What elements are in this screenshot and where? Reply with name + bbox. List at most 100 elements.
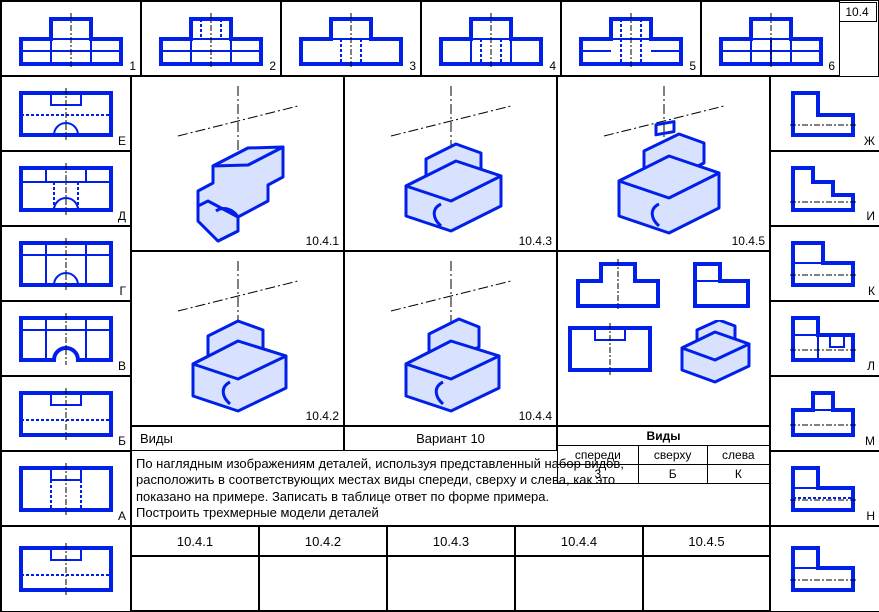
top-view-d-icon: [16, 160, 116, 218]
iso-label-3: 10.4.3: [519, 234, 552, 248]
iso-cell-3: 10.4.3: [344, 76, 557, 251]
answer-label-3: 10.4.3: [433, 534, 469, 549]
right-label-m: М: [865, 434, 875, 448]
blank-cell-2[interactable]: [259, 556, 387, 611]
iso-label-1: 10.4.1: [306, 234, 339, 248]
sheet-number-badge: 10.4: [837, 2, 877, 22]
front-view-6-icon: [716, 9, 826, 69]
top-view-extra-icon: [16, 540, 116, 598]
right-label-n: Н: [866, 509, 875, 523]
iso-cell-4: 10.4.4: [344, 251, 557, 426]
blank-cell-4[interactable]: [515, 556, 643, 611]
right-label-i: И: [866, 209, 875, 223]
top-label-3: 3: [409, 59, 416, 73]
top-label-1: 1: [129, 59, 136, 73]
top-label-5: 5: [689, 59, 696, 73]
instr-line-1: По наглядным изображениям деталей, испол…: [136, 456, 756, 472]
left-label-d: Д: [118, 209, 126, 223]
top-label-6: 6: [828, 59, 835, 73]
right-cell-m: М: [770, 376, 879, 451]
side-view-extra-icon: [788, 540, 863, 598]
left-label-g: Г: [120, 284, 127, 298]
left-cell-b: Б: [1, 376, 131, 451]
drawing-sheet: 10.4 1 2: [0, 0, 879, 612]
right-cell-zh: Ж: [770, 76, 879, 151]
front-view-3-icon: [296, 9, 406, 69]
example-cell: [557, 251, 770, 426]
right-label-k: К: [868, 284, 875, 298]
top-view-e-icon: [16, 85, 116, 143]
side-view-zh-icon: [788, 85, 863, 143]
front-view-4-icon: [436, 9, 546, 69]
blank-cell-1[interactable]: [131, 556, 259, 611]
side-view-n-icon: [788, 460, 863, 518]
top-cell-6: 6: [701, 1, 840, 76]
blank-cell-3[interactable]: [387, 556, 515, 611]
instr-line-4: Построить трехмерные модели деталей: [136, 505, 756, 521]
side-view-k-icon: [788, 235, 863, 293]
answer-label-5: 10.4.5: [688, 534, 724, 549]
instr-line-2: расположить в соответствующих местах вид…: [136, 472, 756, 488]
iso-label-5: 10.4.5: [732, 234, 765, 248]
iso-10-4-1-icon: [138, 81, 338, 246]
top-label-2: 2: [269, 59, 276, 73]
front-view-1-icon: [16, 9, 126, 69]
example-top-icon: [565, 320, 655, 380]
iso-cell-2: 10.4.2: [131, 251, 344, 426]
top-cell-2: 2: [141, 1, 281, 76]
left-cell-a: А: [1, 451, 131, 526]
instr-line-3: показано на примере. Записать в таблице …: [136, 489, 756, 505]
top-cell-5: 5: [561, 1, 701, 76]
example-side-icon: [690, 256, 755, 311]
front-view-5-icon: [576, 9, 686, 69]
iso-10-4-4-icon: [351, 256, 551, 421]
top-label-4: 4: [549, 59, 556, 73]
answer-cell-2: 10.4.2: [259, 526, 387, 556]
front-view-2-icon: [156, 9, 266, 69]
left-label-v: В: [118, 359, 126, 373]
left-cell-g: Г: [1, 226, 131, 301]
iso-cell-1: 10.4.1: [131, 76, 344, 251]
example-front-icon: [573, 256, 663, 311]
answer-cell-5: 10.4.5: [643, 526, 770, 556]
right-cell-l: Л: [770, 301, 879, 376]
top-cell-1: 1: [1, 1, 141, 76]
left-extra-cell: [1, 526, 131, 612]
answer-label-1: 10.4.1: [177, 534, 213, 549]
side-view-m-icon: [788, 385, 863, 443]
right-cell-k: К: [770, 226, 879, 301]
left-cell-v: В: [1, 301, 131, 376]
left-label-a: А: [118, 509, 126, 523]
iso-label-4: 10.4.4: [519, 409, 552, 423]
right-cell-i: И: [770, 151, 879, 226]
top-view-v-icon: [16, 310, 116, 368]
side-view-l-icon: [788, 310, 863, 368]
blank-cell-5[interactable]: [643, 556, 770, 611]
right-label-l: Л: [867, 359, 875, 373]
iso-10-4-2-icon: [138, 256, 338, 421]
left-label-e: Е: [118, 134, 126, 148]
right-label-zh: Ж: [864, 134, 875, 148]
table-caption: Виды: [558, 427, 770, 446]
instructions-block: По наглядным изображениям деталей, испол…: [136, 456, 756, 521]
example-iso-icon: [667, 320, 762, 385]
sheet-number: 10.4: [845, 5, 868, 19]
answer-label-4: 10.4.4: [561, 534, 597, 549]
answer-cell-3: 10.4.3: [387, 526, 515, 556]
answer-cell-1: 10.4.1: [131, 526, 259, 556]
right-extra-cell: [770, 526, 879, 612]
top-view-g-icon: [16, 235, 116, 293]
top-view-a-icon: [16, 460, 116, 518]
iso-label-2: 10.4.2: [306, 409, 339, 423]
right-cell-n: Н: [770, 451, 879, 526]
iso-cell-5: 10.4.5: [557, 76, 770, 251]
top-cell-3: 3: [281, 1, 421, 76]
iso-10-4-3-icon: [351, 81, 551, 246]
left-cell-e: Е: [1, 76, 131, 151]
left-label-b: Б: [118, 434, 126, 448]
title-variant-text: Вариант 10: [416, 431, 485, 446]
title-views: Виды: [131, 426, 344, 451]
side-view-i-icon: [788, 160, 863, 218]
top-view-b-icon: [16, 385, 116, 443]
answer-label-2: 10.4.2: [305, 534, 341, 549]
